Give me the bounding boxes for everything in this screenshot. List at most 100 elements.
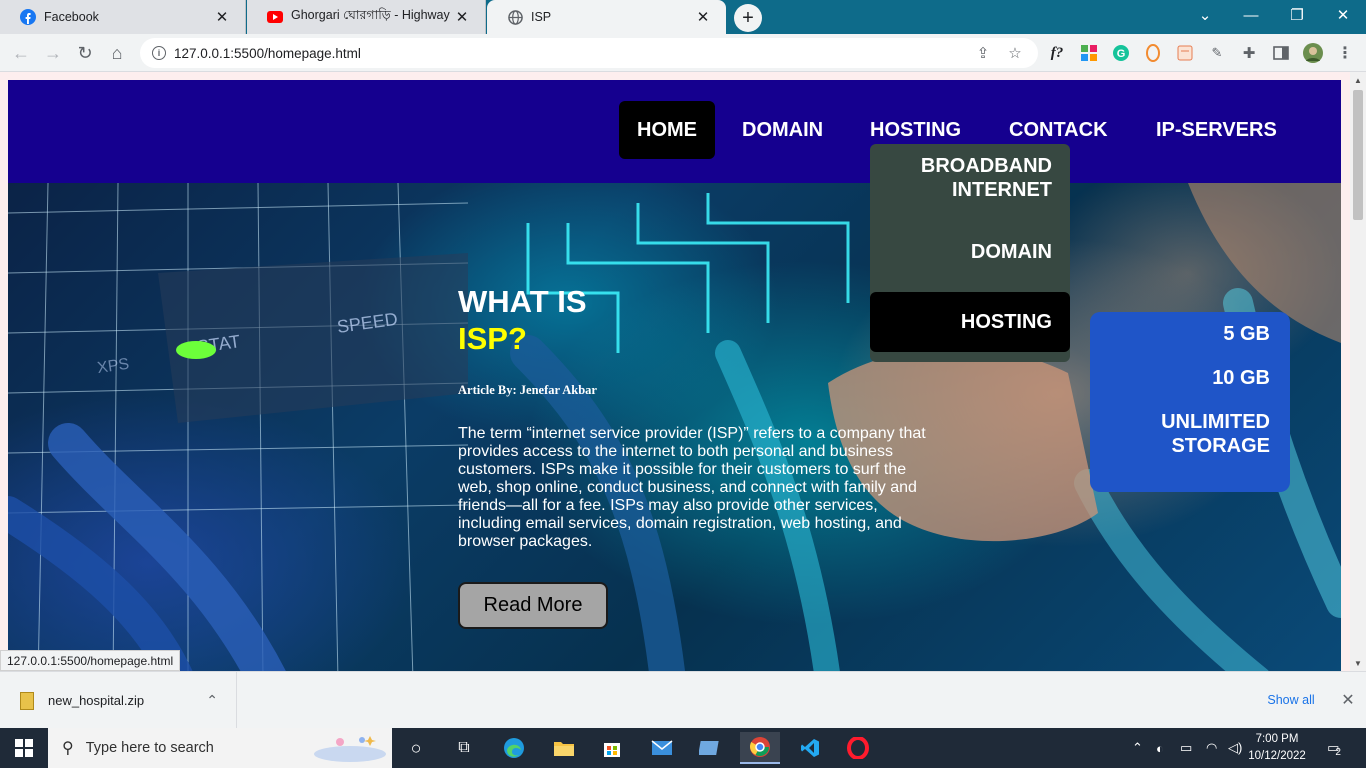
minimize-icon[interactable]: — xyxy=(1228,0,1274,30)
submenu-item-label: STORAGE xyxy=(1171,435,1270,457)
page-scrollbar[interactable]: ▲ ▼ xyxy=(1350,72,1366,671)
close-tab-icon[interactable]: ✕ xyxy=(694,8,712,26)
window-close-icon[interactable]: ✕ xyxy=(1320,0,1366,30)
extensions-puzzle-icon[interactable]: ✚ xyxy=(1238,42,1260,64)
opera-icon[interactable] xyxy=(838,732,878,764)
submenu-item-label: UNLIMITED xyxy=(1161,411,1270,433)
scroll-up-icon[interactable]: ▲ xyxy=(1350,72,1366,88)
svg-text:G: G xyxy=(1117,48,1126,60)
page-viewport: HOME DOMAIN HOSTING CONTACK IP-SERVERS S… xyxy=(0,72,1350,671)
nav-domain[interactable]: DOMAIN xyxy=(724,101,841,159)
nav-home[interactable]: HOME xyxy=(619,101,715,159)
search-icon: ⚲ xyxy=(62,740,74,757)
store-icon[interactable] xyxy=(592,732,632,764)
hosting-submenu: 5 GB 10 GB UNLIMITED STORAGE xyxy=(1090,312,1290,492)
submenu-item-unlimited[interactable]: UNLIMITED STORAGE xyxy=(1161,410,1270,458)
download-item[interactable]: new_hospital.zip ⌃ xyxy=(0,672,237,729)
article-heading: WHAT IS ISP? xyxy=(458,283,938,357)
submenu-item-10gb[interactable]: 10 GB xyxy=(1212,366,1270,390)
formula-extension-icon[interactable]: f? xyxy=(1046,42,1068,64)
volume-icon[interactable]: ◁) xyxy=(1228,728,1242,768)
tab-search-icon[interactable]: ⌄ xyxy=(1182,0,1228,30)
status-bar-url: 127.0.0.1:5500/homepage.html xyxy=(0,650,181,671)
meet-now-icon[interactable]: ◐ xyxy=(1156,728,1164,768)
tab-title: Ghorgari ঘোরগাড়ি - Highway (lyr xyxy=(291,8,453,22)
edge-icon[interactable] xyxy=(494,732,534,764)
forward-icon[interactable]: → xyxy=(40,40,66,66)
tab-strip: Facebook ✕ Ghorgari ঘোরগাড়ি - Highway (… xyxy=(0,0,1366,34)
cortana-icon[interactable]: ○ xyxy=(396,732,436,764)
read-more-button[interactable]: Read More xyxy=(458,582,608,629)
grid-extension-icon[interactable] xyxy=(1078,42,1100,64)
windows-start-icon[interactable] xyxy=(0,728,48,768)
scrollbar-thumb[interactable] xyxy=(1353,90,1363,220)
chrome-menu-icon[interactable]: ⋮ xyxy=(1334,42,1356,64)
search-placeholder: Type here to search xyxy=(85,740,214,756)
dropdown-item-broadband[interactable]: BROADBAND INTERNET xyxy=(921,154,1052,202)
mail-icon[interactable] xyxy=(642,732,682,764)
clock-time: 7:00 PM xyxy=(1255,733,1299,745)
tray-overflow-icon[interactable]: ⌃ xyxy=(1132,728,1143,768)
chevron-up-icon[interactable]: ⌃ xyxy=(206,692,218,709)
heading-line-2: ISP? xyxy=(458,321,527,356)
tab-title: ISP xyxy=(531,10,552,24)
taskbar-search[interactable]: ⚲ Type here to search xyxy=(48,728,392,768)
site-info-icon[interactable]: i xyxy=(152,46,166,60)
restore-icon[interactable]: ❐ xyxy=(1274,0,1320,30)
zip-file-icon xyxy=(20,691,34,710)
notification-count: 2 xyxy=(1335,746,1341,758)
show-all-button[interactable]: Show all xyxy=(1254,686,1328,714)
vscode-icon[interactable] xyxy=(790,732,830,764)
url-text: 127.0.0.1:5500/homepage.html xyxy=(174,45,361,61)
tab-facebook[interactable]: Facebook ✕ xyxy=(0,0,246,34)
chrome-taskbar-icon[interactable] xyxy=(740,732,780,764)
close-download-bar-icon[interactable]: ✕ xyxy=(1336,688,1360,712)
dropdown-item-domain[interactable]: DOMAIN xyxy=(971,240,1052,264)
nav-ip-servers[interactable]: IP-SERVERS xyxy=(1138,101,1295,159)
site-header: HOME DOMAIN HOSTING CONTACK IP-SERVERS xyxy=(8,80,1341,183)
battery-icon[interactable]: ▭ xyxy=(1180,728,1192,768)
heading-line-1: WHAT IS xyxy=(458,284,587,319)
dropdown-item-label: BROADBAND xyxy=(920,155,1052,177)
close-tab-icon[interactable]: ✕ xyxy=(453,8,471,26)
article-body: The term “internet service provider (ISP… xyxy=(458,425,926,550)
search-highlight-illustration xyxy=(314,736,386,762)
tab-youtube[interactable]: Ghorgari ঘোরগাড়ি - Highway (lyr ✕ xyxy=(247,0,486,34)
app-icon[interactable] xyxy=(690,732,730,764)
hosting-dropdown: BROADBAND INTERNET DOMAIN HOSTING xyxy=(870,144,1070,362)
notes-extension-icon[interactable] xyxy=(1174,42,1196,64)
shield-extension-icon[interactable] xyxy=(1142,42,1164,64)
youtube-icon xyxy=(267,9,283,25)
reload-icon[interactable]: ↻ xyxy=(72,40,98,66)
grammarly-icon[interactable]: G xyxy=(1110,42,1132,64)
system-clock[interactable]: 7:00 PM 10/12/2022 xyxy=(1242,731,1312,765)
profile-avatar[interactable] xyxy=(1302,42,1324,64)
back-icon[interactable]: ← xyxy=(8,40,34,66)
facebook-icon xyxy=(20,9,36,25)
download-filename: new_hospital.zip xyxy=(48,693,145,708)
dropdown-item-label: INTERNET xyxy=(952,179,1052,201)
svg-text:XPS: XPS xyxy=(96,356,130,377)
notifications-icon[interactable]: ▭ 2 xyxy=(1320,736,1348,760)
bookmark-star-icon[interactable]: ☆ xyxy=(1004,42,1026,64)
address-bar[interactable]: i 127.0.0.1:5500/homepage.html xyxy=(140,38,1038,68)
isp-homepage: HOME DOMAIN HOSTING CONTACK IP-SERVERS S… xyxy=(8,80,1341,671)
globe-icon xyxy=(507,9,523,25)
submenu-item-5gb[interactable]: 5 GB xyxy=(1223,322,1270,346)
scroll-down-icon[interactable]: ▼ xyxy=(1350,655,1366,671)
task-view-icon[interactable]: ⧉ xyxy=(444,732,484,764)
new-tab-button[interactable]: + xyxy=(734,4,762,32)
wifi-icon[interactable]: ◠ xyxy=(1206,728,1217,768)
article-byline: Article By: Jenefar Akbar xyxy=(458,383,597,397)
clock-date: 10/12/2022 xyxy=(1248,750,1306,762)
tab-title: Facebook xyxy=(44,10,99,24)
dropdown-item-hosting[interactable]: HOSTING xyxy=(870,292,1070,352)
eyedropper-icon[interactable]: ✎ xyxy=(1206,42,1228,64)
home-icon[interactable]: ⌂ xyxy=(104,40,130,66)
tab-isp[interactable]: ISP ✕ xyxy=(487,0,726,34)
file-explorer-icon[interactable] xyxy=(544,732,584,764)
article: WHAT IS ISP? Article By: Jenefar Akbar T… xyxy=(458,283,938,551)
side-panel-icon[interactable] xyxy=(1270,42,1292,64)
share-icon[interactable]: ⇪ xyxy=(972,42,994,64)
close-tab-icon[interactable]: ✕ xyxy=(213,8,231,26)
